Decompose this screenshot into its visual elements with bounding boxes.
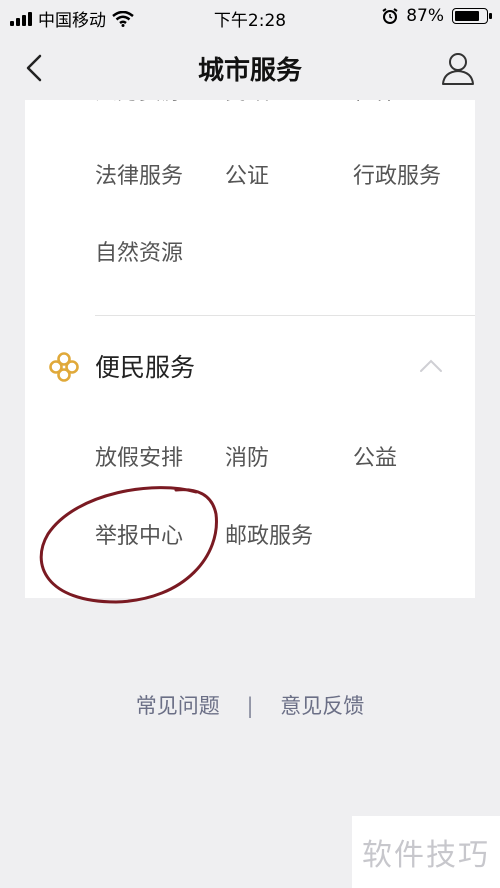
service-item-natural-resources[interactable]: 自然资源 [95, 235, 183, 267]
chevron-up-icon[interactable] [419, 358, 443, 374]
knot-icon [49, 352, 79, 382]
feedback-link[interactable]: 意见反馈 [280, 694, 364, 718]
alarm-icon [382, 8, 398, 24]
service-item-charity[interactable]: 公益 [353, 440, 397, 472]
service-item-holiday[interactable]: 放假安排 [95, 440, 183, 472]
user-icon[interactable] [438, 48, 478, 88]
service-item-fire[interactable]: 消防 [225, 440, 269, 472]
page-title: 城市服务 [197, 56, 302, 86]
nav-bar: 城市服务 [0, 34, 500, 100]
footer: 常见问题 | 意见反馈 [0, 690, 500, 720]
service-item-legal[interactable]: 法律服务 [95, 158, 183, 190]
watermark: 软件技巧 [352, 816, 500, 888]
service-item-report-center[interactable]: 举报中心 [95, 518, 183, 550]
service-item-postal[interactable]: 邮政服务 [225, 518, 313, 550]
service-item-admin[interactable]: 行政服务 [353, 158, 441, 190]
divider [95, 315, 475, 316]
section-title-bianmin[interactable]: 便民服务 [95, 348, 195, 384]
battery-fill [455, 11, 479, 21]
service-card: 人力资源 民政 社保 法律服务 公证 行政服务 自然资源 便民服务 放假安排 消… [25, 80, 475, 598]
battery-percent: 87% [406, 6, 444, 26]
footer-separator: | [246, 694, 254, 718]
status-right: 87% [382, 6, 492, 26]
status-bar: 中国移动 下午2:28 87% [0, 0, 500, 34]
battery-icon [452, 8, 492, 24]
service-item-notary[interactable]: 公证 [225, 158, 269, 190]
faq-link[interactable]: 常见问题 [136, 694, 220, 718]
